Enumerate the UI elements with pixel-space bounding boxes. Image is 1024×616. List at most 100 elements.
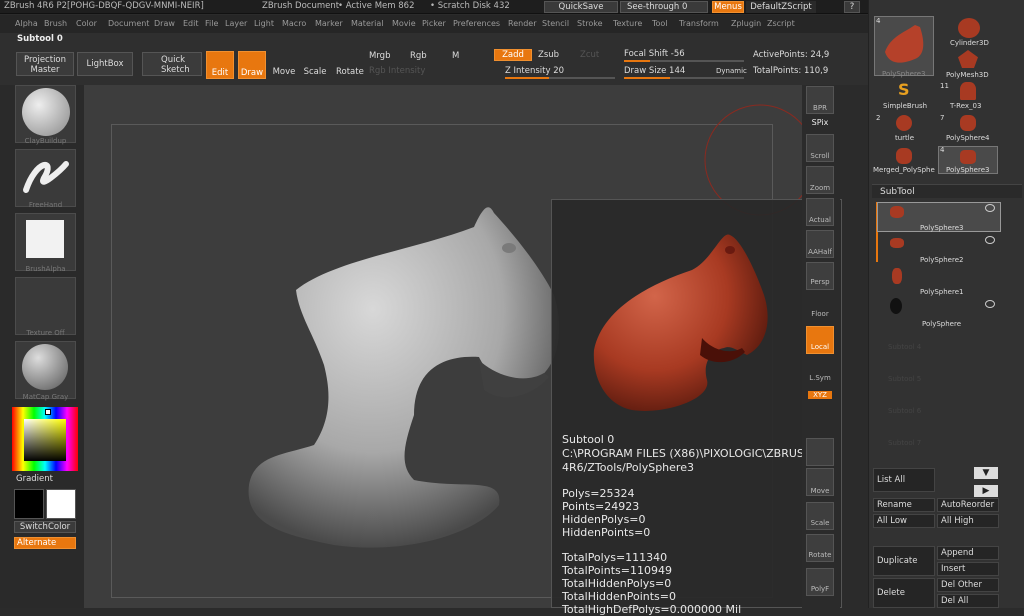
scale-button[interactable]: Scale — [303, 51, 327, 79]
visibility-eye-icon[interactable] — [985, 236, 995, 244]
append-button[interactable]: Append — [937, 546, 999, 560]
all-high-button[interactable]: All High — [937, 514, 999, 528]
spix-label[interactable]: SPix — [802, 118, 838, 127]
menu-edit[interactable]: Edit — [183, 19, 199, 28]
menu-zplugin[interactable]: Zplugin — [731, 19, 761, 28]
subtool-name-2[interactable]: PolySphere1 — [920, 288, 963, 296]
quicksave-button[interactable]: QuickSave — [544, 1, 618, 13]
menu-macro[interactable]: Macro — [282, 19, 306, 28]
menu-color[interactable]: Color — [76, 19, 97, 28]
lsym-label[interactable]: L.Sym — [802, 374, 838, 382]
xyz-button[interactable]: XYZ — [808, 391, 832, 399]
rgb-intensity-slider[interactable]: Rgb Intensity — [369, 66, 425, 76]
simplebrush-icon[interactable]: S — [898, 82, 912, 98]
floor-label[interactable]: Floor — [802, 310, 838, 318]
draw-size-slider[interactable]: Draw Size 144 — [624, 66, 685, 76]
menu-material[interactable]: Material — [351, 19, 384, 28]
see-through-slider[interactable]: See-through 0 — [620, 1, 708, 13]
autoreorder-button[interactable]: AutoReorder — [937, 498, 999, 512]
tool-polymesh3d[interactable]: PolyMesh3D — [946, 71, 989, 79]
alpha-thumbnail[interactable] — [15, 213, 76, 271]
menus-button[interactable]: Menus — [712, 1, 744, 13]
projection-master-button[interactable]: Projection Master — [16, 52, 74, 76]
arrow-right-icon[interactable]: ▶ — [974, 485, 998, 497]
focal-shift-slider[interactable]: Focal Shift -56 — [624, 49, 685, 59]
stroke-thumbnail[interactable] — [15, 149, 76, 207]
menu-preferences[interactable]: Preferences — [453, 19, 500, 28]
zsub-button[interactable]: Zsub — [538, 50, 559, 60]
texture-thumbnail[interactable] — [15, 277, 76, 335]
subtool-header[interactable]: SubTool — [872, 184, 1022, 198]
insert-button[interactable]: Insert — [937, 562, 999, 576]
total-points: TotalPoints: 110,9 — [753, 66, 829, 76]
tool-merged[interactable]: Merged_PolySphe — [873, 166, 935, 174]
menu-transform[interactable]: Transform — [679, 19, 719, 28]
zcut-button[interactable]: Zcut — [580, 50, 599, 60]
menu-movie[interactable]: Movie — [392, 19, 416, 28]
frame-button[interactable] — [806, 438, 834, 466]
visibility-eye-icon[interactable] — [985, 204, 995, 212]
list-all-button[interactable]: List All — [873, 468, 935, 492]
draw-button[interactable]: Draw — [238, 51, 266, 79]
brush-thumbnail[interactable] — [15, 85, 76, 143]
tool-cylinder3d[interactable]: Cylinder3D — [950, 39, 989, 47]
menu-draw[interactable]: Draw — [154, 19, 175, 28]
gradient-label[interactable]: Gradient — [16, 474, 53, 484]
mrgb-button[interactable]: Mrgb — [369, 51, 390, 61]
primary-color-swatch[interactable] — [14, 489, 44, 519]
cylinder-icon[interactable] — [958, 18, 980, 38]
merged-icon[interactable] — [896, 148, 912, 164]
menu-stencil[interactable]: Stencil — [542, 19, 569, 28]
menu-light[interactable]: Light — [254, 19, 274, 28]
menu-stroke[interactable]: Stroke — [577, 19, 603, 28]
m-button[interactable]: M — [452, 51, 459, 61]
subtool-name-1[interactable]: PolySphere2 — [920, 256, 963, 264]
color-picker[interactable] — [12, 407, 78, 471]
switchcolor-button[interactable]: SwitchColor — [14, 521, 76, 533]
menu-document[interactable]: Document — [108, 19, 149, 28]
zadd-button[interactable]: Zadd — [494, 49, 532, 61]
turtle-icon[interactable] — [896, 115, 912, 131]
menu-file[interactable]: File — [205, 19, 218, 28]
quick-sketch-button[interactable]: Quick Sketch — [142, 52, 202, 76]
current-tool-thumb[interactable] — [874, 16, 934, 76]
arrow-down-icon[interactable]: ▼ — [974, 467, 998, 479]
tool-trex[interactable]: T-Rex_03 — [950, 102, 981, 110]
dynamic-toggle[interactable]: Dynamic — [716, 67, 747, 75]
visibility-eye-icon[interactable] — [985, 300, 995, 308]
z-intensity-slider[interactable]: Z Intensity 20 — [505, 66, 564, 76]
material-thumbnail[interactable] — [15, 341, 76, 399]
help-icon[interactable]: ? — [844, 1, 860, 13]
menu-picker[interactable]: Picker — [422, 19, 446, 28]
menu-marker[interactable]: Marker — [315, 19, 343, 28]
duplicate-button[interactable]: Duplicate — [873, 546, 935, 576]
rgb-button[interactable]: Rgb — [410, 51, 427, 61]
subtool-name-3[interactable]: PolySphere — [922, 320, 961, 328]
delete-button[interactable]: Delete — [873, 578, 935, 608]
rotate-button[interactable]: Rotate — [336, 51, 364, 79]
menu-texture[interactable]: Texture — [613, 19, 642, 28]
rename-button[interactable]: Rename — [873, 498, 935, 512]
menu-tool[interactable]: Tool — [652, 19, 668, 28]
default-zscript-button[interactable]: DefaultZScript — [746, 1, 816, 13]
alternate-button[interactable]: Alternate — [14, 537, 76, 549]
trex-icon[interactable] — [960, 82, 976, 100]
tool-polysphere3[interactable]: PolySphere3 — [946, 166, 989, 174]
menu-brush[interactable]: Brush — [44, 19, 67, 28]
del-all-button[interactable]: Del All — [937, 594, 999, 608]
tool-simplebrush[interactable]: SimpleBrush — [883, 102, 927, 110]
edit-button[interactable]: Edit — [206, 51, 234, 79]
lightbox-button[interactable]: LightBox — [77, 52, 133, 76]
polysphere4-icon[interactable] — [960, 115, 976, 131]
menu-layer[interactable]: Layer — [225, 19, 247, 28]
del-other-button[interactable]: Del Other — [937, 578, 999, 592]
all-low-button[interactable]: All Low — [873, 514, 935, 528]
color-square[interactable] — [24, 419, 66, 461]
menu-render[interactable]: Render — [508, 19, 536, 28]
menu-zscript[interactable]: Zscript — [767, 19, 795, 28]
secondary-color-swatch[interactable] — [46, 489, 76, 519]
menu-alpha[interactable]: Alpha — [15, 19, 38, 28]
tool-polysphere4[interactable]: PolySphere4 — [946, 134, 989, 142]
tool-turtle[interactable]: turtle — [895, 134, 914, 142]
move-button[interactable]: Move — [272, 51, 296, 79]
